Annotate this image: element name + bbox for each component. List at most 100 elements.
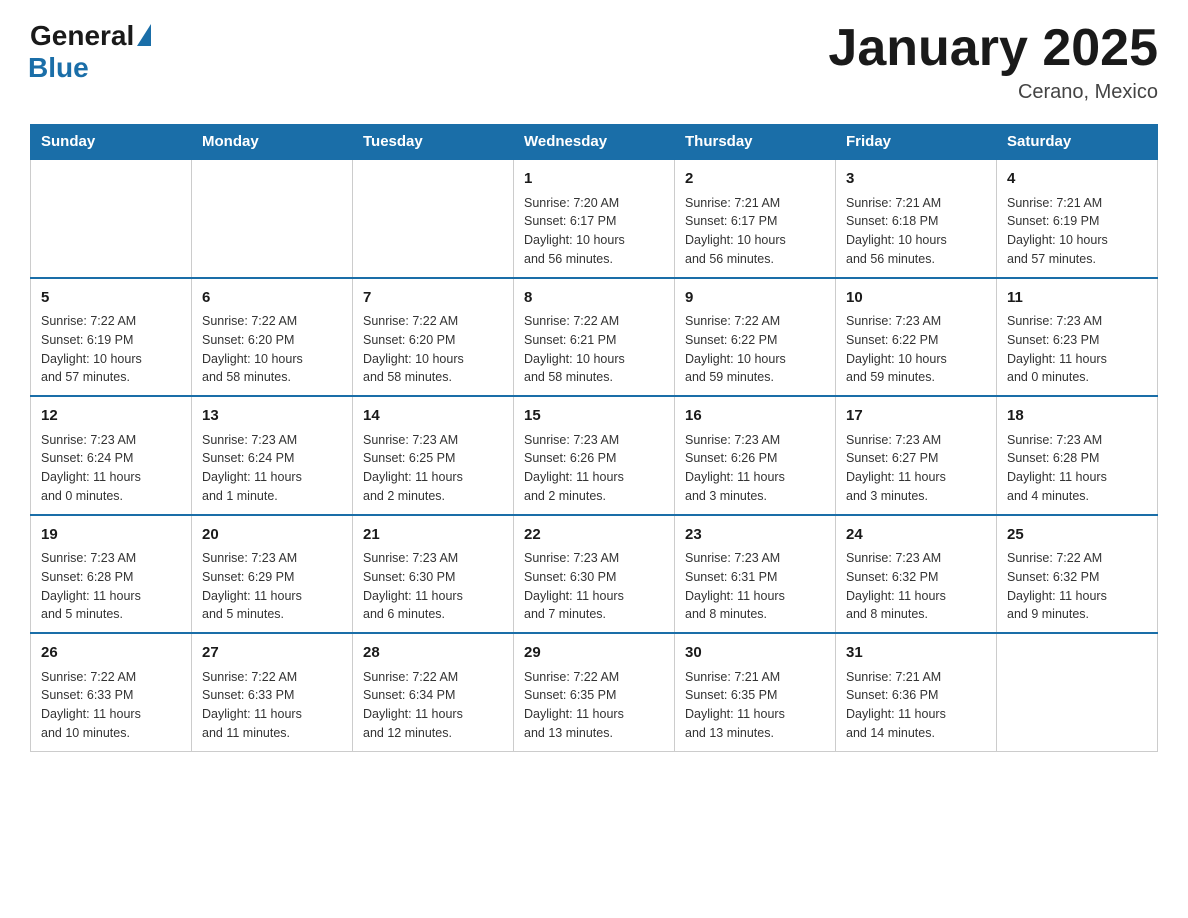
logo-triangle-icon <box>137 24 151 46</box>
calendar-cell: 7Sunrise: 7:22 AMSunset: 6:20 PMDaylight… <box>353 278 514 397</box>
day-info: Sunrise: 7:23 AM <box>524 549 664 568</box>
day-info: Sunrise: 7:23 AM <box>524 431 664 450</box>
day-info: Daylight: 10 hours <box>202 350 342 369</box>
calendar-cell: 24Sunrise: 7:23 AMSunset: 6:32 PMDayligh… <box>836 515 997 634</box>
day-info: Sunrise: 7:22 AM <box>524 312 664 331</box>
day-info: Sunset: 6:19 PM <box>1007 212 1147 231</box>
calendar-cell: 30Sunrise: 7:21 AMSunset: 6:35 PMDayligh… <box>675 633 836 751</box>
day-info: Sunset: 6:33 PM <box>202 686 342 705</box>
day-info: and 9 minutes. <box>1007 605 1147 624</box>
day-info: and 12 minutes. <box>363 724 503 743</box>
day-number: 29 <box>524 642 664 665</box>
day-info: and 11 minutes. <box>202 724 342 743</box>
day-info: Daylight: 11 hours <box>1007 468 1147 487</box>
day-number: 23 <box>685 524 825 547</box>
day-number: 5 <box>41 287 181 310</box>
day-info: Daylight: 11 hours <box>685 468 825 487</box>
day-number: 18 <box>1007 405 1147 428</box>
calendar-cell: 28Sunrise: 7:22 AMSunset: 6:34 PMDayligh… <box>353 633 514 751</box>
day-info: Sunset: 6:32 PM <box>1007 568 1147 587</box>
calendar-cell: 8 Sunrise: 7:22 AMSunset: 6:21 PMDaylight… <box>514 278 675 397</box>
day-info: Sunset: 6:17 PM <box>524 212 664 231</box>
day-info: Daylight: 10 hours <box>846 231 986 250</box>
day-info: Sunset: 6:23 PM <box>1007 331 1147 350</box>
day-info: Daylight: 11 hours <box>363 705 503 724</box>
day-info: Sunrise: 7:22 AM <box>685 312 825 331</box>
logo-top: General <box>30 20 151 52</box>
day-number: 26 <box>41 642 181 665</box>
day-info: Sunset: 6:35 PM <box>524 686 664 705</box>
day-number: 8 <box>524 287 664 310</box>
calendar-cell: 25Sunrise: 7:22 AMSunset: 6:32 PMDayligh… <box>997 515 1158 634</box>
day-info: Daylight: 11 hours <box>685 587 825 606</box>
day-info: Daylight: 11 hours <box>1007 350 1147 369</box>
header-day-sunday: Sunday <box>31 125 192 160</box>
day-info: Sunset: 6:35 PM <box>685 686 825 705</box>
header-day-wednesday: Wednesday <box>514 125 675 160</box>
day-info: and 6 minutes. <box>363 605 503 624</box>
calendar-cell: 21Sunrise: 7:23 AMSunset: 6:30 PMDayligh… <box>353 515 514 634</box>
day-info: Daylight: 11 hours <box>846 587 986 606</box>
day-info: Sunset: 6:18 PM <box>846 212 986 231</box>
day-info: Sunset: 6:17 PM <box>685 212 825 231</box>
day-number: 6 <box>202 287 342 310</box>
calendar-subtitle: Cerano, Mexico <box>828 81 1158 104</box>
day-info: Daylight: 11 hours <box>41 587 181 606</box>
day-info: Sunset: 6:26 PM <box>685 449 825 468</box>
day-number: 22 <box>524 524 664 547</box>
day-info: and 58 minutes. <box>524 368 664 387</box>
day-info: and 3 minutes. <box>685 487 825 506</box>
day-info: Daylight: 10 hours <box>363 350 503 369</box>
day-info: and 4 minutes. <box>1007 487 1147 506</box>
calendar-cell <box>31 159 192 278</box>
day-info: Sunset: 6:27 PM <box>846 449 986 468</box>
calendar-title: January 2025 <box>828 20 1158 77</box>
day-info: Sunrise: 7:21 AM <box>685 194 825 213</box>
calendar-table: SundayMondayTuesdayWednesdayThursdayFrid… <box>30 124 1158 752</box>
calendar-cell: 22Sunrise: 7:23 AMSunset: 6:30 PMDayligh… <box>514 515 675 634</box>
day-info: Sunrise: 7:22 AM <box>202 312 342 331</box>
day-info: Sunset: 6:22 PM <box>685 331 825 350</box>
page-header: General Blue January 2025 Cerano, Mexico <box>30 20 1158 104</box>
logo: General Blue <box>30 20 151 84</box>
day-info: Daylight: 11 hours <box>202 587 342 606</box>
day-info: Daylight: 11 hours <box>363 587 503 606</box>
calendar-cell: 2Sunrise: 7:21 AMSunset: 6:17 PMDaylight… <box>675 159 836 278</box>
day-info: Sunset: 6:28 PM <box>1007 449 1147 468</box>
calendar-cell: 6Sunrise: 7:22 AMSunset: 6:20 PMDaylight… <box>192 278 353 397</box>
day-info: Sunset: 6:21 PM <box>524 331 664 350</box>
day-info: and 10 minutes. <box>41 724 181 743</box>
day-info: Sunset: 6:28 PM <box>41 568 181 587</box>
day-info: Sunrise: 7:22 AM <box>202 668 342 687</box>
calendar-cell <box>997 633 1158 751</box>
calendar-cell <box>353 159 514 278</box>
calendar-cell: 23Sunrise: 7:23 AMSunset: 6:31 PMDayligh… <box>675 515 836 634</box>
day-info: Sunrise: 7:22 AM <box>1007 549 1147 568</box>
calendar-cell: 18Sunrise: 7:23 AMSunset: 6:28 PMDayligh… <box>997 396 1158 515</box>
day-number: 13 <box>202 405 342 428</box>
day-number: 24 <box>846 524 986 547</box>
day-info: Sunrise: 7:23 AM <box>846 312 986 331</box>
header-day-monday: Monday <box>192 125 353 160</box>
header-day-saturday: Saturday <box>997 125 1158 160</box>
day-number: 21 <box>363 524 503 547</box>
day-info: Sunrise: 7:23 AM <box>846 549 986 568</box>
day-info: and 0 minutes. <box>1007 368 1147 387</box>
day-info: Daylight: 10 hours <box>685 350 825 369</box>
day-info: and 13 minutes. <box>685 724 825 743</box>
day-info: and 58 minutes. <box>363 368 503 387</box>
day-info: Sunrise: 7:23 AM <box>41 431 181 450</box>
day-info: Sunrise: 7:21 AM <box>685 668 825 687</box>
calendar-cell: 1Sunrise: 7:20 AMSunset: 6:17 PMDaylight… <box>514 159 675 278</box>
day-info: Daylight: 10 hours <box>524 350 664 369</box>
day-number: 15 <box>524 405 664 428</box>
day-info: Sunset: 6:19 PM <box>41 331 181 350</box>
day-info: Sunrise: 7:21 AM <box>846 668 986 687</box>
day-info: Daylight: 11 hours <box>524 468 664 487</box>
day-info: Sunset: 6:31 PM <box>685 568 825 587</box>
day-info: Sunset: 6:24 PM <box>202 449 342 468</box>
day-info: Sunset: 6:30 PM <box>363 568 503 587</box>
day-info: Sunrise: 7:22 AM <box>363 668 503 687</box>
day-number: 25 <box>1007 524 1147 547</box>
day-info: Sunrise: 7:21 AM <box>1007 194 1147 213</box>
